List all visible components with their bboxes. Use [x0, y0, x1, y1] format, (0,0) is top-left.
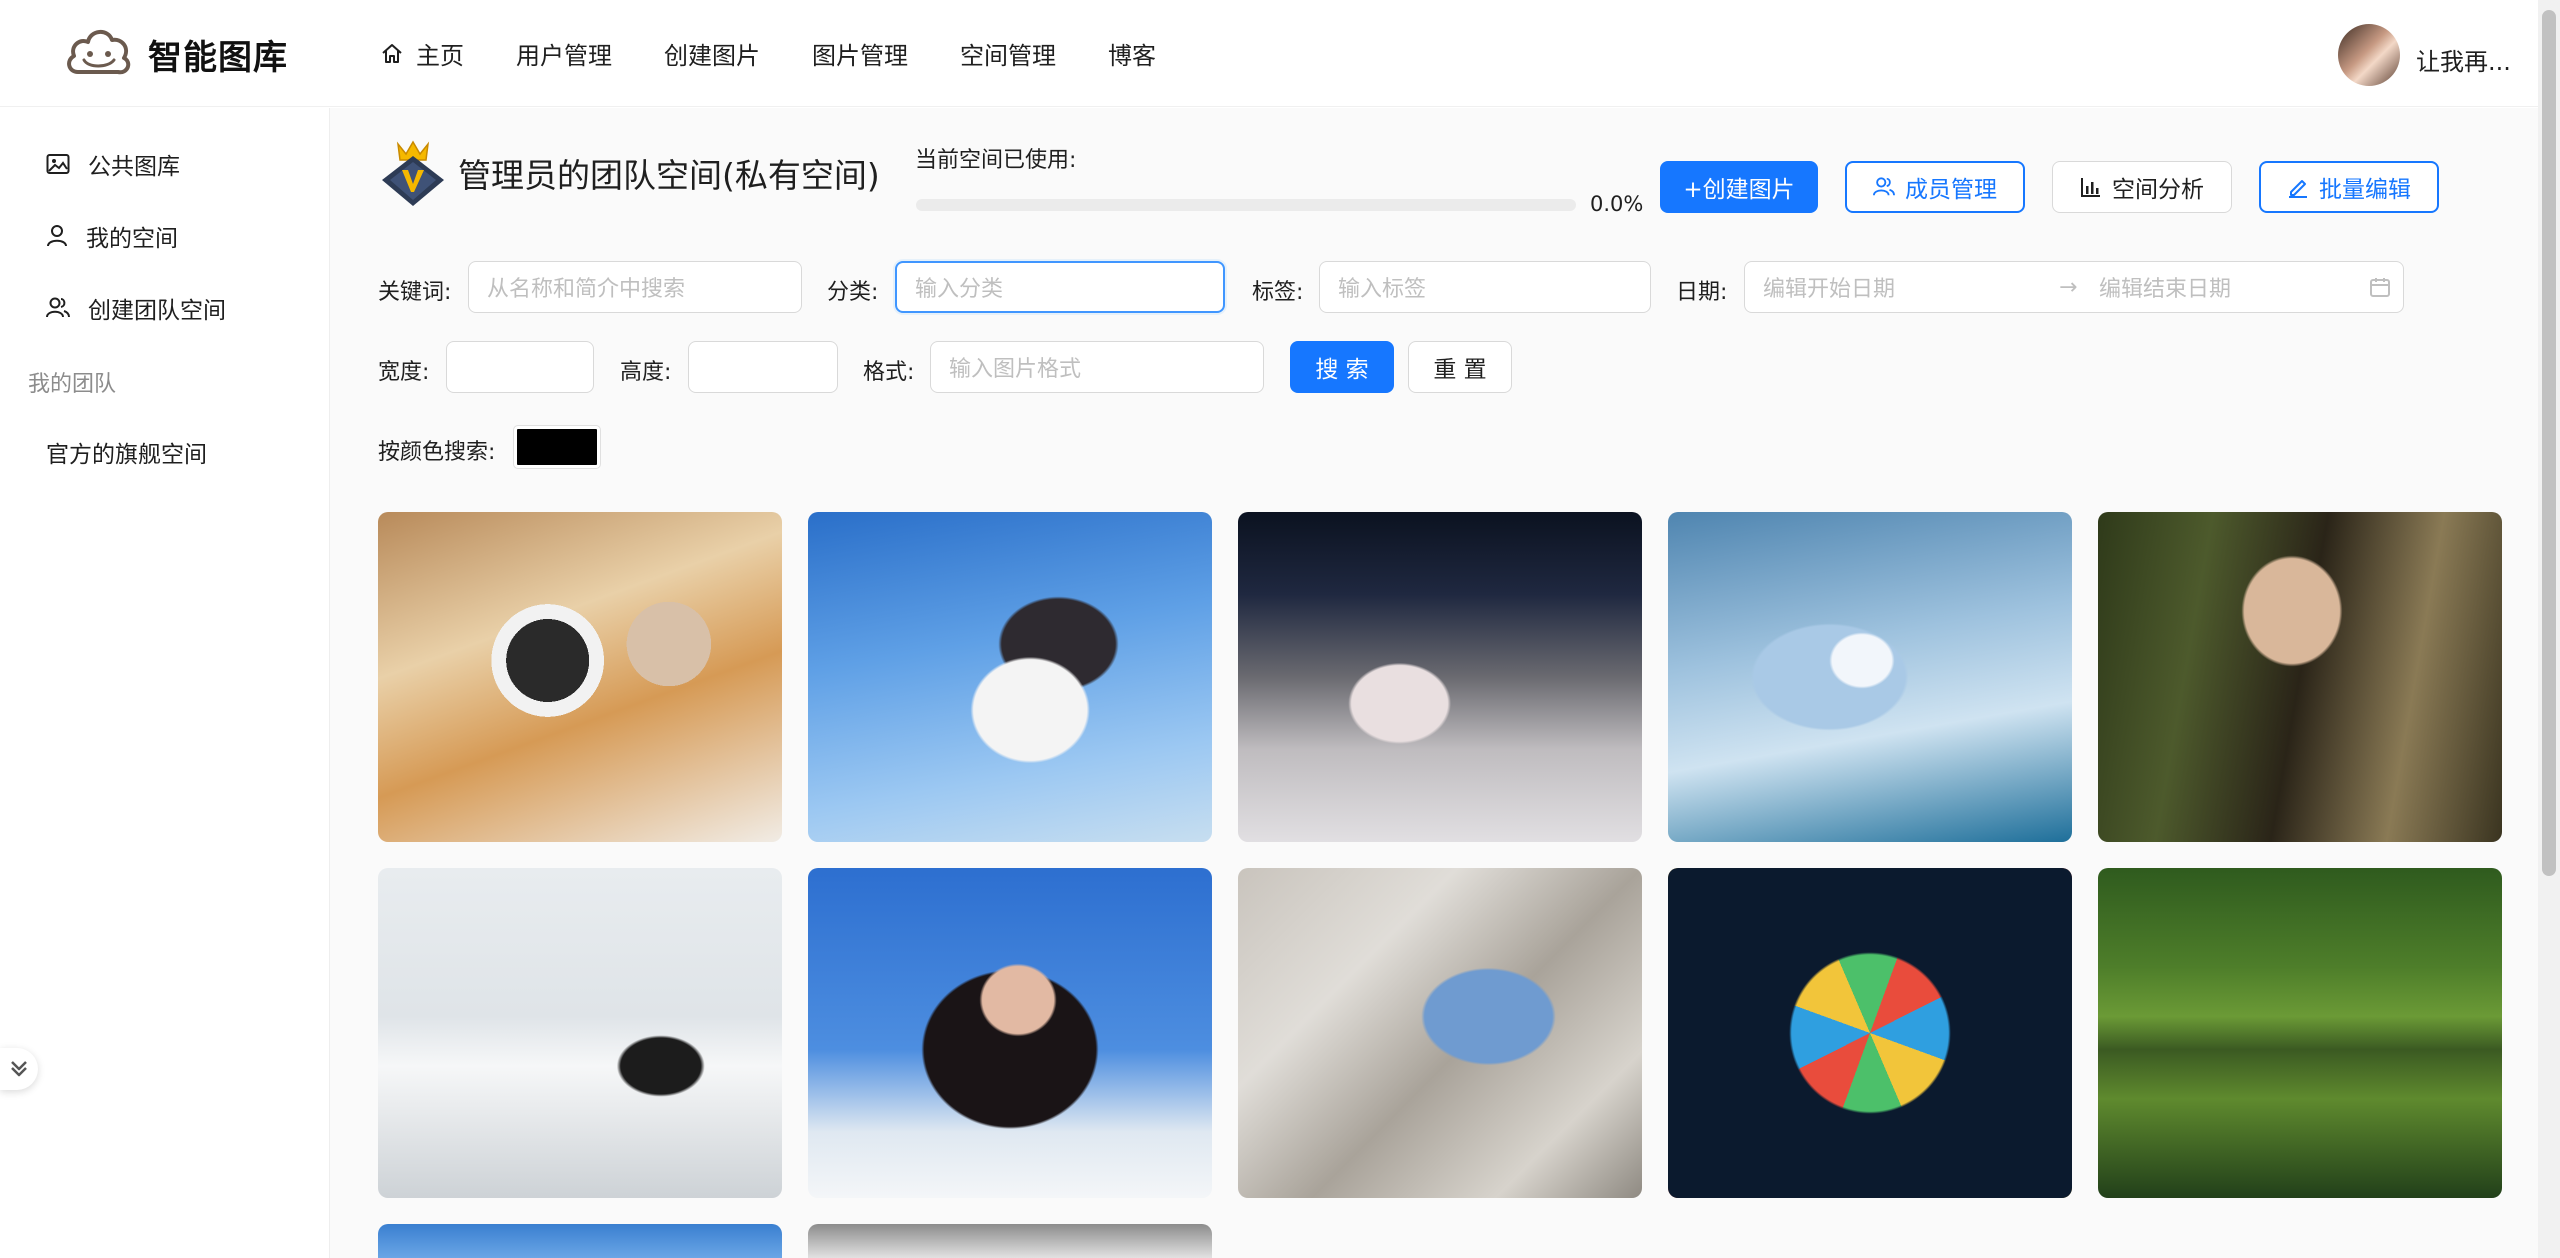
team-icon	[46, 297, 70, 318]
search-button[interactable]: 搜 索	[1290, 341, 1394, 393]
top-header: 智能图库 主页 用户管理 创建图片 图片管理 空间管理 博客 让我再...	[0, 0, 2538, 107]
nav-blog[interactable]: 博客	[1108, 36, 1156, 71]
sidebar: 公共图库 我的空间 创建团队空间 我的团队 官方的旗舰空间	[0, 108, 330, 1258]
home-icon	[382, 43, 402, 63]
edit-icon	[2289, 180, 2307, 198]
nav-user-management[interactable]: 用户管理	[516, 36, 612, 71]
sidebar-item-my-space[interactable]: 我的空间	[0, 206, 330, 266]
calendar-icon	[2370, 278, 2390, 297]
main-content: 管理员的团队空间(私有空间) 当前空间已使用: 0.0% +创建图片 成员管理 …	[330, 108, 2538, 1258]
nav-label: 图片管理	[812, 42, 908, 70]
height-input[interactable]	[688, 341, 838, 393]
reset-button[interactable]: 重 置	[1408, 341, 1512, 393]
nav-space-management[interactable]: 空间管理	[960, 36, 1056, 71]
picture-card-anime-girl-newspaper-wall[interactable]	[1238, 868, 1642, 1198]
main-nav: 主页 用户管理 创建图片 图片管理 空间管理 博客	[380, 0, 1208, 107]
scrollbar-thumb[interactable]	[2542, 10, 2556, 876]
sidebar-item-label: 公共图库	[88, 154, 180, 180]
sidebar-item-label: 创建团队空间	[88, 298, 226, 324]
usage-progress-bar	[916, 199, 1576, 211]
date-end-placeholder: 编辑结束日期	[2099, 277, 2232, 302]
button-label: 批量编辑	[2319, 177, 2411, 203]
category-input[interactable]: 输入分类	[895, 261, 1225, 313]
keyword-label: 关键词:	[378, 280, 452, 305]
nav-create-picture[interactable]: 创建图片	[664, 36, 760, 71]
nav-home[interactable]: 主页	[380, 36, 464, 71]
space-header: 管理员的团队空间(私有空间)	[378, 138, 880, 208]
usage-percent: 0.0%	[1590, 192, 1644, 216]
nav-home-label: 主页	[416, 42, 464, 70]
button-label: 成员管理	[1905, 177, 1997, 203]
page-scrollbar[interactable]	[2538, 0, 2560, 1258]
button-label: 空间分析	[2112, 177, 2204, 203]
team-icon	[1873, 177, 1895, 196]
placeholder: 从名称和简介中搜索	[487, 277, 686, 302]
batch-edit-button[interactable]: 批量编辑	[2259, 161, 2439, 213]
keyword-input[interactable]: 从名称和简介中搜索	[468, 261, 802, 313]
picture-card-partial[interactable]	[808, 1224, 1212, 1258]
tag-input[interactable]: 输入标签	[1319, 261, 1651, 313]
nav-label: 创建图片	[664, 42, 760, 70]
nav-picture-management[interactable]: 图片管理	[812, 36, 908, 71]
sidebar-item-team-space[interactable]: 官方的旗舰空间	[0, 422, 330, 482]
category-label: 分类:	[827, 280, 879, 305]
picture-card-girl-on-bed[interactable]	[1238, 512, 1642, 842]
format-label: 格式:	[863, 360, 915, 385]
space-title: 管理员的团队空间(私有空间)	[458, 156, 880, 195]
picture-card-forest-lake[interactable]	[2098, 868, 2502, 1198]
placeholder: 输入分类	[915, 277, 1004, 302]
picture-card-rubiks-cube[interactable]	[1668, 868, 2072, 1198]
button-label: 重 置	[1433, 357, 1487, 383]
user-icon	[47, 225, 67, 247]
width-label: 宽度:	[378, 360, 430, 385]
format-input[interactable]: 输入图片格式	[930, 341, 1264, 393]
sidebar-item-create-team-space[interactable]: 创建团队空间	[0, 278, 330, 338]
cloud-logo-icon[interactable]	[64, 24, 134, 80]
nav-label: 空间管理	[960, 42, 1056, 70]
sidebar-item-label: 我的空间	[86, 226, 178, 252]
button-label: 搜 索	[1315, 357, 1369, 383]
member-management-button[interactable]: 成员管理	[1845, 161, 2025, 213]
dark-background	[1668, 868, 2072, 1198]
usage-label: 当前空间已使用:	[915, 148, 1077, 173]
sidebar-group-title: 我的团队	[28, 372, 117, 397]
space-analysis-button[interactable]: 空间分析	[2052, 161, 2232, 213]
double-chevron-down-icon	[11, 1061, 27, 1077]
brand-name[interactable]: 智能图库	[148, 30, 288, 79]
nav-label: 博客	[1108, 42, 1156, 70]
sidebar-item-label: 官方的旗舰空间	[46, 442, 207, 468]
picture-card-warrior-with-sword[interactable]	[2098, 512, 2502, 842]
picture-card-girl-blue-sky[interactable]	[808, 868, 1212, 1198]
arrow-right-icon: →	[2059, 274, 2078, 300]
picture-card-anime-girl-blue-hair[interactable]	[1668, 512, 2072, 842]
vip-crown-icon	[382, 140, 444, 206]
bar-chart-icon	[2081, 178, 2100, 197]
date-range-picker[interactable]: 编辑开始日期 → 编辑结束日期	[1744, 261, 2404, 313]
color-picker-swatch[interactable]	[513, 425, 601, 469]
sidebar-collapse-button[interactable]	[0, 1048, 38, 1090]
picture-card-girl-with-dog[interactable]	[808, 512, 1212, 842]
picture-card-partial[interactable]	[378, 1224, 782, 1258]
width-input[interactable]	[446, 341, 594, 393]
sidebar-item-public-gallery[interactable]: 公共图库	[0, 134, 330, 194]
height-label: 高度:	[620, 360, 672, 385]
nav-label: 用户管理	[516, 42, 612, 70]
picture-card-girl-reading[interactable]	[378, 868, 782, 1198]
tag-label: 标签:	[1252, 280, 1304, 305]
color-search-label: 按颜色搜索:	[378, 440, 496, 465]
placeholder: 输入图片格式	[949, 357, 1082, 382]
date-start-placeholder: 编辑开始日期	[1763, 277, 1896, 302]
create-picture-button[interactable]: +创建图片	[1660, 161, 1818, 213]
username[interactable]: 让我再...	[2416, 42, 2511, 77]
picture-icon	[46, 154, 70, 174]
date-label: 日期:	[1676, 280, 1728, 305]
placeholder: 输入标签	[1338, 277, 1427, 302]
button-label: +创建图片	[1683, 177, 1795, 203]
picture-card-penguin-plush[interactable]	[378, 512, 782, 842]
user-avatar[interactable]	[2338, 24, 2400, 86]
